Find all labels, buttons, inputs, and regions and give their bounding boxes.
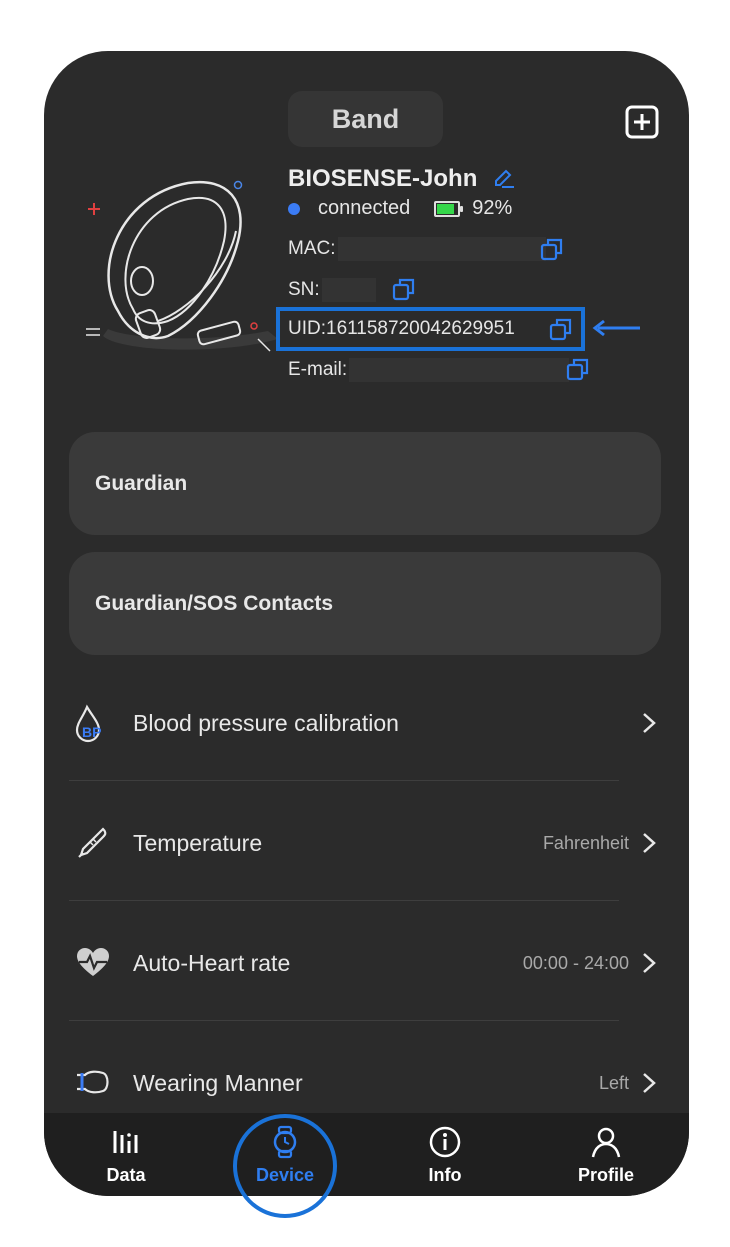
sos-contacts-card[interactable]: Guardian/SOS Contacts [69, 552, 661, 655]
uid-highlight-box [276, 307, 585, 351]
chevron-right-icon [643, 1073, 656, 1093]
tab-label: Data [106, 1165, 146, 1185]
page-title-text: Band [331, 103, 400, 134]
sn-row: SN: [288, 278, 376, 302]
tab-label: Profile [577, 1165, 634, 1185]
chevron-right-icon [643, 713, 656, 733]
email-redacted [349, 358, 570, 382]
add-device-icon[interactable] [625, 105, 659, 139]
page-title: Band [288, 91, 443, 147]
chevron-right-icon [643, 953, 656, 973]
guardian-card[interactable]: Guardian [69, 432, 661, 535]
sn-label: SN: [288, 279, 320, 300]
wrist-icon [73, 1063, 113, 1103]
chevron-right-icon [643, 833, 656, 853]
setting-value: Fahrenheit [542, 832, 629, 853]
connection-status: connected 92% [288, 197, 512, 220]
setting-label: Temperature [133, 829, 263, 856]
tab-info[interactable]: Info [385, 1113, 505, 1196]
blood-pressure-icon: BP [73, 703, 113, 743]
setting-label: Auto-Heart rate [133, 949, 291, 976]
device-name: BIOSENSE-John [288, 165, 478, 192]
setting-value: Left [598, 1072, 629, 1093]
divider [69, 1020, 619, 1021]
copy-mac-icon[interactable] [540, 237, 564, 261]
status-text: connected [318, 197, 411, 219]
person-icon [591, 1127, 621, 1158]
info-icon [429, 1126, 461, 1158]
sn-redacted [321, 278, 376, 302]
tab-profile[interactable]: Profile [546, 1113, 666, 1196]
mac-label: MAC: [288, 238, 336, 259]
edit-name-icon[interactable] [492, 165, 516, 189]
copy-sn-icon[interactable] [392, 277, 416, 301]
status-dot-icon [288, 202, 300, 215]
setting-blood-pressure[interactable]: BP Blood pressure calibration [69, 663, 661, 783]
band-illustration-icon [86, 180, 278, 352]
guardian-label: Guardian [95, 471, 188, 495]
bar-chart-icon [113, 1131, 138, 1153]
divider [69, 780, 619, 781]
setting-temperature[interactable]: Temperature Fahrenheit [69, 783, 661, 903]
mac-redacted [337, 237, 546, 261]
thermometer-icon [73, 823, 113, 863]
mac-row: MAC: [288, 237, 546, 261]
svg-text:BP: BP [82, 724, 101, 740]
sos-contacts-label: Guardian/SOS Contacts [95, 591, 334, 615]
device-tab-highlight [233, 1114, 337, 1218]
setting-value: 00:00 - 24:00 [522, 952, 629, 973]
tab-label: Info [428, 1165, 462, 1185]
arrow-left-icon [592, 319, 640, 337]
email-label: E-mail: [288, 359, 348, 380]
copy-email-icon[interactable] [566, 357, 590, 381]
device-screen: Band BIOSENSE-John connected 92% MAC: SN… [44, 51, 689, 1196]
setting-label: Blood pressure calibration [133, 709, 399, 736]
email-row: E-mail: [288, 358, 570, 382]
divider [69, 900, 619, 901]
tab-data[interactable]: Data [66, 1113, 186, 1196]
setting-label: Wearing Manner [133, 1069, 303, 1096]
heart-rate-icon [73, 943, 113, 983]
battery-icon [434, 200, 464, 217]
bottom-tab-bar: Data Device Info Profile [44, 1113, 689, 1196]
setting-auto-heart-rate[interactable]: Auto-Heart rate 00:00 - 24:00 [69, 903, 661, 1023]
battery-percent: 92% [472, 197, 513, 219]
